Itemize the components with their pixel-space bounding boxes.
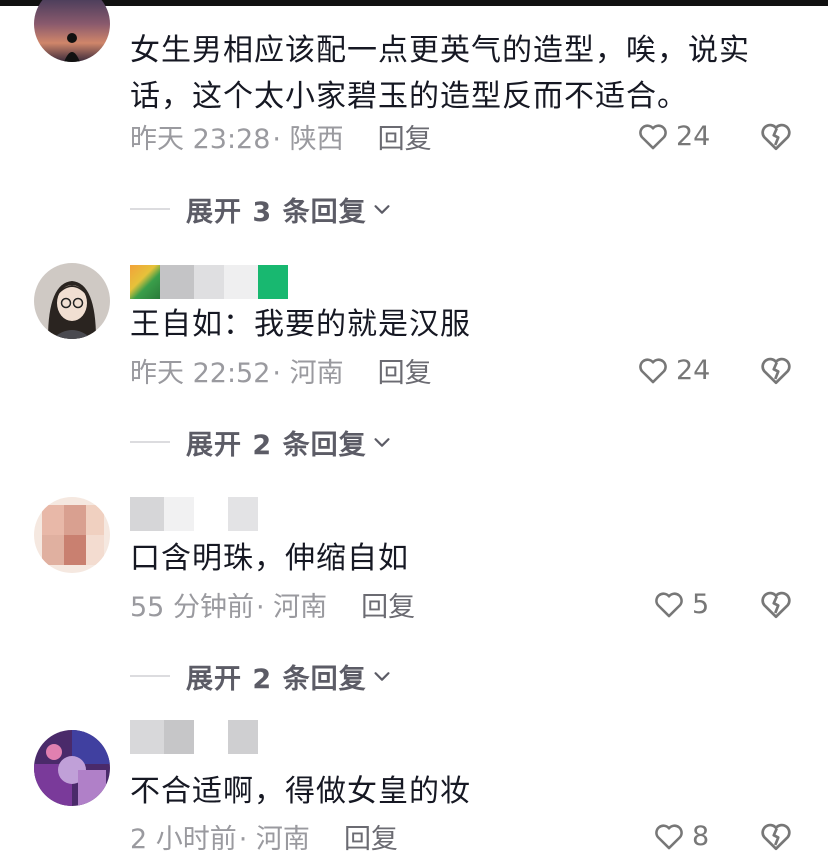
expand-replies[interactable]: 展开 2 条回复: [130, 656, 393, 696]
username-redacted: [130, 720, 258, 754]
comment-time: 55 分钟前: [130, 591, 254, 623]
comment-location: · 河南: [255, 591, 328, 623]
heart-outline-icon: [639, 124, 667, 150]
like-button[interactable]: 5: [652, 584, 709, 624]
divider-line: [130, 208, 170, 210]
like-count: 8: [692, 820, 710, 852]
chevron-down-icon: [374, 438, 390, 447]
comment-time: 昨天 22:52: [130, 357, 271, 389]
expand-replies[interactable]: 展开 2 条回复: [130, 422, 393, 462]
status-bar-edge: [0, 0, 828, 6]
comment-meta: 昨天 22:52 · 河南 回复: [130, 350, 432, 390]
heart-outline-icon: [655, 592, 683, 618]
comment-meta: 昨天 23:28 · 陕西 回复: [130, 116, 432, 156]
avatar[interactable]: [34, 0, 110, 62]
chevron-down-icon: [374, 205, 390, 214]
avatar[interactable]: [34, 263, 110, 339]
chevron-down-icon: [374, 672, 390, 681]
comment-text: 不合适啊，得做女皇的妆: [130, 774, 471, 809]
broken-heart-icon[interactable]: [758, 586, 794, 622]
comment-time: 昨天 23:28: [130, 123, 271, 155]
comment-meta: 55 分钟前 · 河南 回复: [130, 584, 415, 624]
comment-meta: 2 小时前 · 河南 回复: [130, 816, 398, 856]
divider-line: [130, 441, 170, 443]
comment-time: 2 小时前: [130, 823, 237, 855]
reply-button[interactable]: 回复: [344, 817, 398, 856]
comment-text: 女生男相应该配一点更英气的造型，唉，说实话，这个太小家碧玉的造型反而不适合。: [130, 33, 750, 114]
comment-text: 口含明珠，伸缩自如: [130, 541, 409, 576]
comment-text: 王自如：我要的就是汉服: [130, 307, 471, 342]
reply-button[interactable]: 回复: [378, 117, 432, 156]
avatar[interactable]: [34, 730, 110, 806]
expand-replies-label: 展开 3 条回复: [186, 196, 367, 228]
heart-outline-icon: [639, 358, 667, 384]
comment-location: · 河南: [238, 823, 310, 855]
heart-outline-icon: [655, 824, 683, 850]
broken-heart-icon[interactable]: [758, 118, 794, 154]
comment-location: · 陕西: [272, 123, 344, 155]
expand-replies[interactable]: 展开 3 条回复: [130, 189, 393, 229]
reply-button[interactable]: 回复: [361, 585, 415, 624]
like-button[interactable]: 8: [652, 816, 709, 856]
broken-heart-icon[interactable]: [758, 352, 794, 388]
like-button[interactable]: 24: [636, 116, 710, 156]
username-redacted: [130, 497, 258, 531]
like-count: 24: [676, 120, 711, 152]
like-count: 24: [676, 354, 711, 386]
avatar[interactable]: [34, 497, 110, 573]
reply-button[interactable]: 回复: [378, 351, 432, 390]
broken-heart-icon[interactable]: [758, 818, 794, 854]
expand-replies-label: 展开 2 条回复: [186, 429, 367, 461]
comment-location: · 河南: [272, 357, 344, 389]
like-count: 5: [692, 588, 710, 620]
username-redacted: [130, 265, 288, 299]
divider-line: [130, 675, 170, 677]
expand-replies-label: 展开 2 条回复: [186, 663, 367, 695]
like-button[interactable]: 24: [636, 350, 710, 390]
